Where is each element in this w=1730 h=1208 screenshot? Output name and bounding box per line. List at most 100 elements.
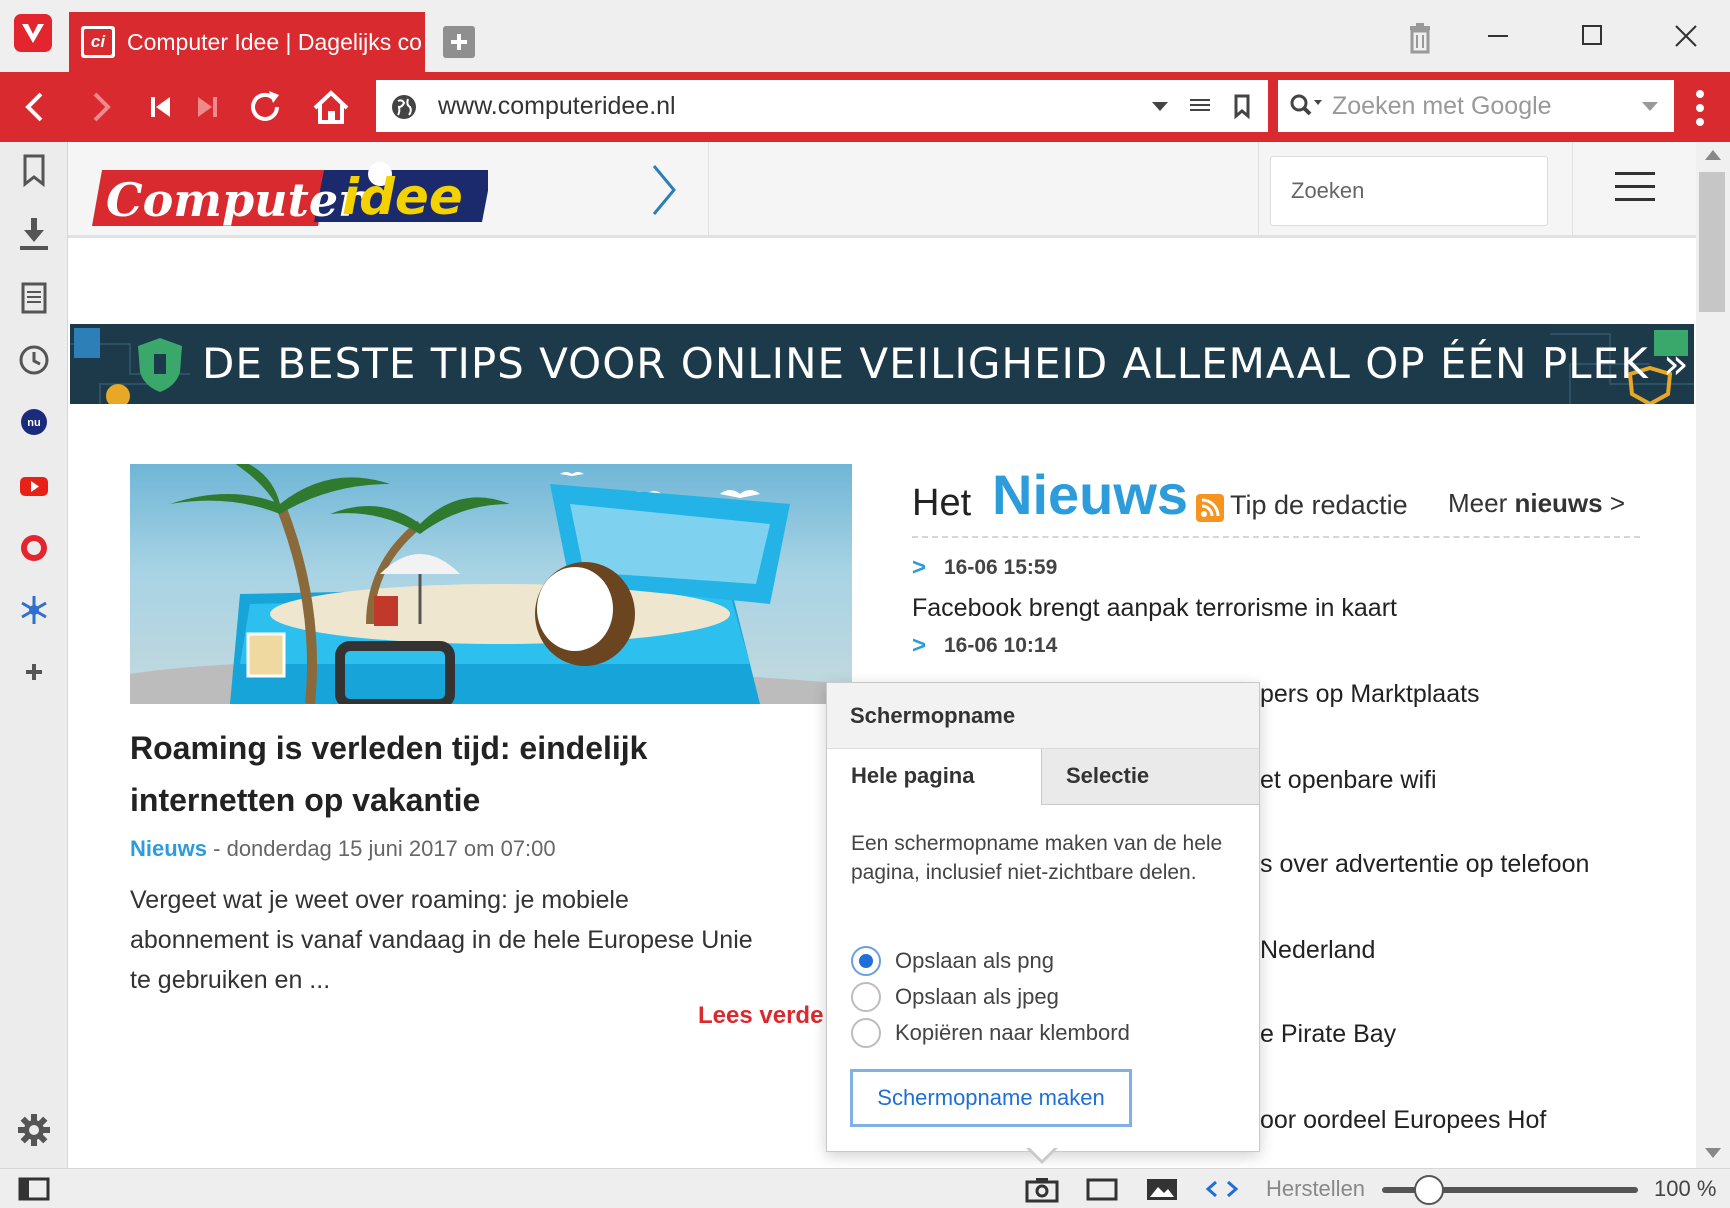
header-divider xyxy=(1572,142,1573,238)
rewind-button[interactable] xyxy=(140,86,182,128)
status-bar: Herstellen 100 % xyxy=(0,1168,1730,1208)
news-item-title[interactable]: et openbare wifi xyxy=(1260,766,1437,795)
more-menu-icon[interactable] xyxy=(1696,90,1704,126)
tip-redactie-link[interactable]: Tip de redactie xyxy=(1230,490,1408,521)
toggle-panel-icon[interactable] xyxy=(18,1175,50,1203)
home-button[interactable] xyxy=(310,86,352,128)
site-info-icon[interactable] xyxy=(390,93,418,121)
search-icon xyxy=(1290,94,1322,116)
zoom-slider[interactable] xyxy=(1382,1175,1638,1205)
search-placeholder: Zoeken met Google xyxy=(1332,92,1552,120)
article-excerpt: Vergeet wat je weet over roaming: je mob… xyxy=(130,886,753,994)
site-header: Computer idee Zoeken xyxy=(68,142,1696,238)
fast-forward-button[interactable] xyxy=(186,86,228,128)
news-header: Het Nieuws Tip de redactie Meer nieuws > xyxy=(912,462,1640,532)
logo-text-left: Computer xyxy=(106,173,366,227)
rss-icon[interactable] xyxy=(1196,494,1224,522)
news-item-time: 16-06 15:59 xyxy=(912,554,1640,582)
minimize-button[interactable] xyxy=(1478,18,1518,58)
radio-save-png[interactable]: Opslaan als png xyxy=(851,945,1054,977)
nu-nl-webpanel-icon[interactable]: nu xyxy=(16,404,52,440)
settings-gear-icon[interactable] xyxy=(16,1112,52,1148)
header-divider xyxy=(708,142,709,238)
article-hero-image[interactable] xyxy=(130,464,852,704)
reader-view-icon[interactable] xyxy=(1186,92,1214,120)
forward-button[interactable] xyxy=(80,86,122,128)
logo-text-right: idee xyxy=(342,168,463,226)
hamburger-menu-icon[interactable] xyxy=(1615,172,1655,208)
tab-selection[interactable]: Selectie xyxy=(1042,749,1259,805)
back-button[interactable] xyxy=(14,86,56,128)
new-tab-button[interactable] xyxy=(443,26,475,58)
news-item-title[interactable]: s over advertentie op telefoon xyxy=(1260,850,1589,879)
bookmark-icon[interactable] xyxy=(1228,92,1256,120)
bookmarks-panel-icon[interactable] xyxy=(16,152,52,188)
svg-text:nu: nu xyxy=(27,417,40,429)
close-window-button[interactable] xyxy=(1666,18,1706,58)
active-tab[interactable]: ci Computer Idee | Dagelijks co xyxy=(69,12,425,72)
trash-icon[interactable] xyxy=(1400,18,1440,58)
site-search-input[interactable]: Zoeken xyxy=(1270,156,1548,226)
radio-save-jpeg[interactable]: Opslaan als jpeg xyxy=(851,981,1059,1013)
news-item-title[interactable]: e Pirate Bay xyxy=(1260,1020,1396,1049)
url-text: www.computeridee.nl xyxy=(438,92,676,120)
radio-copy-clipboard[interactable]: Kopiëren naar klembord xyxy=(851,1017,1130,1049)
take-screenshot-button[interactable]: Schermopname maken xyxy=(850,1069,1132,1127)
article-title[interactable]: Roaming is verleden tijd: eindelijk inte… xyxy=(130,722,790,826)
computer-idee-logo[interactable]: Computer idee xyxy=(88,156,492,228)
address-toolbar: www.computeridee.nl Zoeken met Google xyxy=(0,72,1730,142)
address-bar[interactable]: www.computeridee.nl xyxy=(376,80,1268,132)
zoom-reset-button[interactable]: Herstellen xyxy=(1266,1169,1365,1208)
news-item-title[interactable]: Facebook brengt aanpak terrorisme in kaa… xyxy=(912,594,1640,623)
news-item-title[interactable]: oor oordeel Europees Hof xyxy=(1260,1106,1546,1135)
search-dropdown-icon[interactable] xyxy=(1636,92,1664,120)
vivaldi-menu-icon[interactable] xyxy=(14,14,52,52)
tab-full-page[interactable]: Hele pagina xyxy=(827,749,1042,805)
article-category-link[interactable]: Nieuws xyxy=(130,836,207,861)
downloads-panel-icon[interactable] xyxy=(16,216,52,252)
radio-unselected-icon[interactable] xyxy=(851,1018,881,1048)
zoom-slider-knob[interactable] xyxy=(1414,1175,1444,1205)
security-tips-banner[interactable]: DE BESTE TIPS VOOR ONLINE VEILIGHEID ALL… xyxy=(70,324,1694,404)
news-list-item[interactable]: 16-06 15:59 Facebook brengt aanpak terro… xyxy=(912,554,1640,623)
capture-description: Een schermopname maken van de hele pagin… xyxy=(851,832,1223,884)
news-item-title[interactable]: Nederland xyxy=(1260,936,1375,965)
opera-webpanel-icon[interactable] xyxy=(16,530,52,566)
page-actions-icon[interactable] xyxy=(1204,1175,1240,1203)
reload-button[interactable] xyxy=(244,86,286,128)
notes-panel-icon[interactable] xyxy=(16,280,52,316)
snowflake-webpanel-icon[interactable] xyxy=(16,592,52,628)
scroll-up-arrow-icon[interactable] xyxy=(1705,150,1721,160)
search-engine-field[interactable]: Zoeken met Google xyxy=(1278,80,1674,132)
browser-window: ci Computer Idee | Dagelijks co www.comp… xyxy=(0,0,1730,1208)
zoom-level: 100 % xyxy=(1654,1176,1717,1201)
article-date: - donderdag 15 juni 2017 om 07:00 xyxy=(207,836,556,861)
images-toggle-icon[interactable] xyxy=(1144,1175,1180,1203)
scroll-down-arrow-icon[interactable] xyxy=(1705,1148,1721,1158)
more-news-link[interactable]: Meer nieuws > xyxy=(1448,488,1625,519)
vertical-scrollbar[interactable] xyxy=(1696,142,1730,1168)
news-item-title[interactable]: pers op Marktplaats xyxy=(1260,680,1480,709)
header-nav-chevron-icon[interactable] xyxy=(648,160,678,225)
dropdown-arrow-icon[interactable] xyxy=(1146,92,1174,120)
maximize-button[interactable] xyxy=(1572,18,1612,58)
site-favicon-icon: ci xyxy=(81,26,115,58)
news-heading-nieuws: Nieuws xyxy=(992,463,1189,526)
read-more-link[interactable]: Lees verde xyxy=(698,1002,823,1030)
capture-mode-tabs: Hele pagina Selectie xyxy=(827,749,1259,805)
radio-unselected-icon[interactable] xyxy=(851,982,881,1012)
news-divider xyxy=(912,536,1640,538)
radio-selected-icon[interactable] xyxy=(851,946,881,976)
banner-text: DE BESTE TIPS VOOR ONLINE VEILIGHEID ALL… xyxy=(202,339,1690,388)
history-panel-icon[interactable] xyxy=(16,342,52,378)
tile-tabs-icon[interactable] xyxy=(1084,1175,1120,1203)
tab-bar: ci Computer Idee | Dagelijks co xyxy=(0,0,1730,72)
add-webpanel-icon[interactable] xyxy=(16,654,52,690)
youtube-webpanel-icon[interactable] xyxy=(16,468,52,504)
camera-capture-icon[interactable] xyxy=(1024,1175,1060,1203)
shield-icon xyxy=(138,338,182,392)
radio-label: Opslaan als jpeg xyxy=(895,984,1059,1009)
scrollbar-thumb[interactable] xyxy=(1699,172,1725,312)
news-list-item[interactable]: 16-06 10:14 xyxy=(912,632,1640,660)
popup-title: Schermopname xyxy=(827,683,1259,749)
